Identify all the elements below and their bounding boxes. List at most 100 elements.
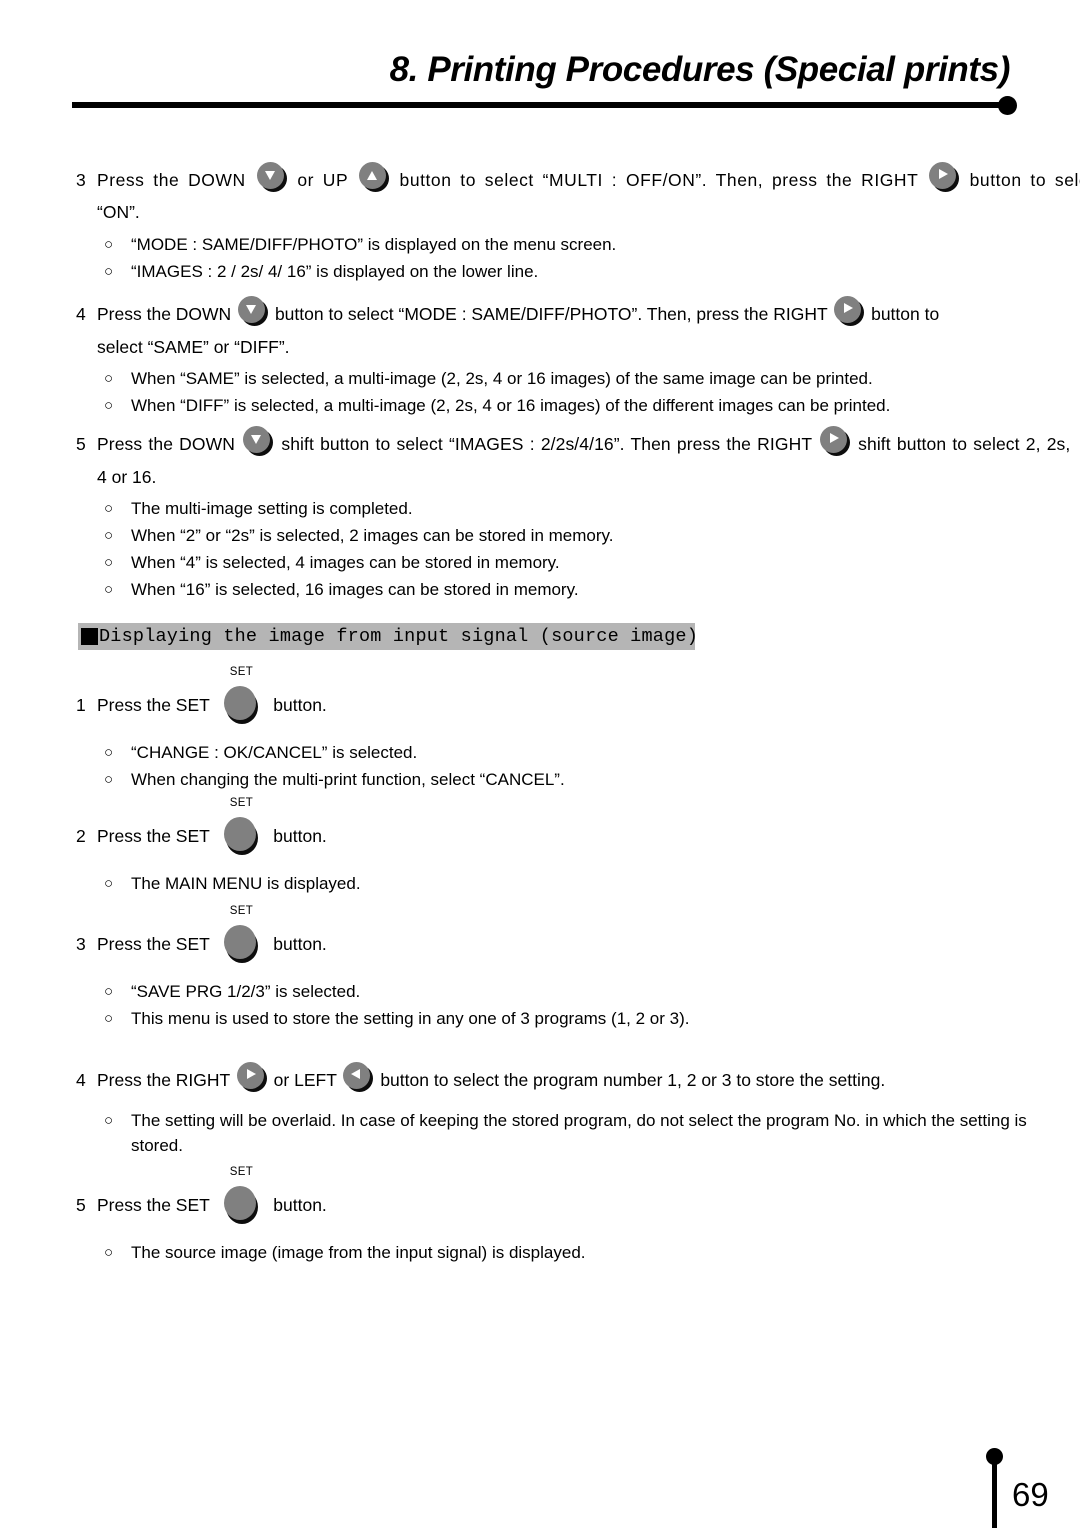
step-text: button. (273, 1195, 327, 1215)
set-button[interactable]: SET (220, 905, 262, 964)
step-number: 1 (76, 695, 86, 715)
list-item: ○ When changing the multi-print function… (104, 767, 1034, 792)
step-text: Press the DOWN (97, 304, 232, 324)
list-item: ○ “MODE : SAME/DIFF/PHOTO” is displayed … (104, 232, 1034, 257)
note-text: When “4” is selected, 4 images can be st… (131, 553, 560, 572)
step-number: 4 (76, 304, 86, 324)
step-number: 5 (76, 434, 86, 454)
up-arrow-button[interactable] (358, 161, 389, 192)
set-button-label: SET (229, 905, 254, 918)
note-text: “CHANGE : OK/CANCEL” is selected. (131, 743, 418, 762)
down-arrow-button[interactable] (256, 161, 287, 192)
section-step-2: 2 Press the SET SET button. (76, 797, 1016, 856)
step-number: 3 (76, 934, 86, 954)
black-square-icon (81, 628, 98, 645)
set-button-label: SET (229, 797, 254, 810)
circle-bullet-icon: ○ (104, 554, 114, 571)
list-item: ○ This menu is used to store the setting… (104, 1006, 1034, 1031)
step-text: or LEFT (273, 1070, 337, 1090)
circle-bullet-icon: ○ (104, 397, 114, 414)
section-step-1-notes: ○ “CHANGE : OK/CANCEL” is selected. ○ Wh… (104, 740, 1034, 794)
note-text: “SAVE PRG 1/2/3” is selected. (131, 982, 361, 1001)
circle-bullet-icon: ○ (104, 983, 114, 1000)
section-step-4-notes: ○ The setting will be overlaid. In case … (104, 1108, 1034, 1160)
circle-bullet-icon: ○ (104, 581, 114, 598)
step-text: Press the SET (97, 934, 210, 954)
step-text: shift button to select 2, 2s, (858, 434, 1071, 454)
list-item: ○ When “2” or “2s” is selected, 2 images… (104, 523, 1034, 548)
circle-bullet-icon: ○ (104, 370, 114, 387)
step-text: Press the DOWN (97, 434, 235, 454)
note-text: When “16” is selected, 16 images can be … (131, 580, 579, 599)
step-text: or UP (297, 170, 348, 190)
list-item: ○ The MAIN MENU is displayed. (104, 871, 1034, 896)
set-button[interactable]: SET (220, 1166, 262, 1225)
step-3: 3 Press the DOWN or UP button to select … (76, 161, 1080, 193)
step-text: select “SAME” or “DIFF”. (97, 337, 290, 357)
circle-bullet-icon: ○ (104, 500, 114, 517)
set-button[interactable]: SET (220, 797, 262, 856)
page-number: 69 (1012, 1476, 1049, 1513)
step-number: 3 (76, 170, 86, 190)
step-4-notes: ○ When “SAME” is selected, a multi-image… (104, 366, 1034, 420)
list-item: ○ When “SAME” is selected, a multi-image… (104, 366, 1034, 391)
page-header: 8. Printing Procedures (Special prints) (0, 0, 1080, 120)
right-arrow-button[interactable] (928, 161, 959, 192)
circle-bullet-icon: ○ (104, 744, 114, 761)
note-text: The source image (image from the input s… (131, 1243, 586, 1262)
note-text: “IMAGES : 2 / 2s/ 4/ 16” is displayed on… (131, 262, 539, 281)
step-text: button to select (969, 170, 1080, 190)
section-step-5: 5 Press the SET SET button. (76, 1166, 1016, 1225)
circle-bullet-icon: ○ (104, 1112, 114, 1129)
circle-bullet-icon: ○ (104, 875, 114, 892)
step-text: button. (273, 934, 327, 954)
right-arrow-button[interactable] (236, 1061, 267, 1092)
down-arrow-button[interactable] (243, 425, 274, 456)
step-number: 2 (76, 826, 86, 846)
right-arrow-button[interactable] (834, 295, 865, 326)
list-item: ○ “SAVE PRG 1/2/3” is selected. (104, 979, 1034, 1004)
list-item: ○ “CHANGE : OK/CANCEL” is selected. (104, 740, 1034, 765)
step-3-continuation: “ON”. (76, 199, 1016, 225)
set-button-label: SET (229, 666, 254, 679)
step-text: button to select “MULTI : OFF/ON”. Then,… (399, 170, 919, 190)
list-item: ○ The source image (image from the input… (104, 1240, 1034, 1265)
set-button-label: SET (229, 1166, 254, 1179)
section-step-3-notes: ○ “SAVE PRG 1/2/3” is selected. ○ This m… (104, 979, 1034, 1033)
circle-bullet-icon: ○ (104, 263, 114, 280)
step-text: Press the SET (97, 826, 210, 846)
step-text: button to (871, 304, 940, 324)
page-title: 8. Printing Procedures (Special prints) (389, 50, 1011, 89)
step-text: Press the SET (97, 695, 210, 715)
list-item: ○ The setting will be overlaid. In case … (104, 1108, 1034, 1158)
step-5-notes: ○ The multi-image setting is completed. … (104, 496, 1034, 604)
step-text: button to select “MODE : SAME/DIFF/PHOTO… (274, 304, 828, 324)
step-text: button to select the program number 1, 2… (380, 1070, 886, 1090)
circle-bullet-icon: ○ (104, 1010, 114, 1027)
set-button[interactable]: SET (220, 666, 262, 725)
circle-bullet-icon: ○ (104, 236, 114, 253)
note-text: The setting will be overlaid. In case of… (131, 1111, 1027, 1130)
step-4: 4 Press the DOWN button to select “MODE … (76, 295, 1016, 327)
step-3-notes: ○ “MODE : SAME/DIFF/PHOTO” is displayed … (104, 232, 1034, 286)
step-number: 5 (76, 1195, 86, 1215)
list-item: ○ When “DIFF” is selected, a multi-image… (104, 393, 1034, 418)
note-text-continuation: stored. (131, 1136, 183, 1155)
step-4-continuation: select “SAME” or “DIFF”. (76, 334, 1016, 360)
note-text: When changing the multi-print function, … (131, 770, 565, 789)
section-step-5-notes: ○ The source image (image from the input… (104, 1240, 1034, 1267)
note-text: This menu is used to store the setting i… (131, 1009, 690, 1028)
circle-bullet-icon: ○ (104, 527, 114, 544)
note-text: When “2” or “2s” is selected, 2 images c… (131, 526, 614, 545)
right-arrow-button[interactable] (819, 425, 850, 456)
step-text: Press the RIGHT (97, 1070, 230, 1090)
note-text: When “SAME” is selected, a multi-image (… (131, 369, 873, 388)
note-text: The multi-image setting is completed. (131, 499, 413, 518)
note-text: The MAIN MENU is displayed. (131, 874, 361, 893)
note-text: When “DIFF” is selected, a multi-image (… (131, 396, 891, 415)
down-arrow-button[interactable] (238, 295, 269, 326)
left-arrow-button[interactable] (343, 1061, 374, 1092)
section-heading-label: Displaying the image from input signal (… (99, 626, 698, 647)
note-text: “MODE : SAME/DIFF/PHOTO” is displayed on… (131, 235, 617, 254)
section-step-1: 1 Press the SET SET button. (76, 666, 1016, 725)
